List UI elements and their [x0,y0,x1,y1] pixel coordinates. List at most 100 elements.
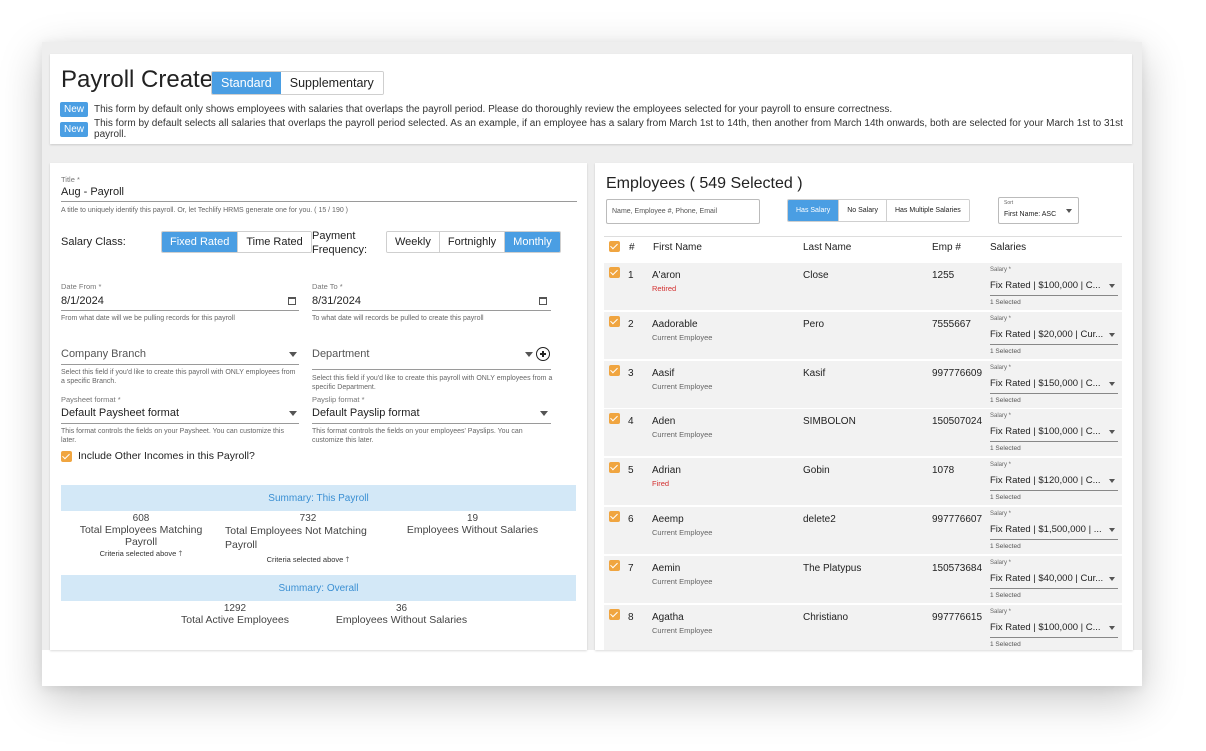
new-badge: New [60,102,89,117]
salary-select[interactable]: Fix Rated | $20,000 | Cur... [990,329,1110,340]
employee-status: Current Employee [652,625,713,635]
include-other-incomes-checkbox[interactable] [61,451,72,462]
row-number: 7 [628,562,634,574]
chevron-down-icon[interactable] [1109,332,1115,337]
table-row[interactable]: 7 Aemin Current Employee The Platypus 150573… [604,554,1122,603]
company-branch-select[interactable]: Company Branch [61,348,146,360]
page-title: Payroll Create [61,66,214,93]
row-number: 5 [628,465,634,477]
filter-no-salary[interactable]: No Salary [839,200,887,221]
frequency-weekly[interactable]: Weekly [387,232,440,252]
employee-status: Retired [652,284,677,293]
stat-value: 36 [395,603,408,614]
notice-text: This form by default only shows employee… [94,104,893,115]
chevron-down-icon[interactable] [1109,576,1115,581]
employee-status: Current Employee [652,528,713,537]
table-row[interactable]: 1 A'aron Retired Close 1255 Salary * Fix Rated… [604,262,1122,310]
tab-supplementary[interactable]: Supplementary [280,72,383,94]
row-checkbox[interactable] [609,608,620,620]
salary-select[interactable]: Fix Rated | $100,000 | C... [990,622,1110,633]
employee-search-input[interactable]: Name, Employee #, Phone, Email [606,199,760,224]
frequency-fortnightly[interactable]: Fortnighly [439,232,506,252]
salary-field-label: Salary * [990,559,1012,566]
salary-select[interactable]: Fix Rated | $1,500,000 | ... [990,524,1110,535]
first-name: Aasif [652,367,675,379]
chevron-down-icon[interactable] [1109,381,1115,386]
title-label: Title * [61,175,80,184]
payroll-form-card: Title * Aug - Payroll A title to uniquel… [50,163,587,650]
window-footer [42,650,1142,686]
chevron-down-icon[interactable] [1109,625,1115,630]
stat-label: Total Active Employees [181,614,289,626]
table-row[interactable]: 3 Aasif Current Employee Kasif 997776609 Sala… [604,359,1122,408]
date-to-input[interactable]: 8/31/2024 [312,295,361,307]
department-select[interactable]: Department [312,348,369,360]
row-checkbox[interactable] [609,462,620,474]
chevron-down-icon[interactable] [1109,479,1115,484]
salary-class-fixed-rated[interactable]: Fixed Rated [162,232,239,252]
salary-underline [990,587,1118,589]
payslip-format-select[interactable]: Default Payslip format [312,407,420,419]
sort-select[interactable]: Sort First Name: ASC [998,197,1079,224]
salary-field-label: Salary * [990,364,1012,371]
salary-underline [990,636,1118,638]
date-from-label: Date From * [61,282,102,291]
table-row[interactable]: 4 Aden Current Employee SIMBOLON 150507024 Sa… [604,408,1122,457]
salary-select[interactable]: Fix Rated | $150,000 | C... [990,378,1110,389]
column-header-last-name[interactable]: Last Name [803,242,851,253]
chevron-down-icon[interactable] [289,411,297,416]
row-checkbox[interactable] [609,511,620,522]
last-name: Close [803,270,829,281]
sort-value: First Name: ASC [1004,211,1057,218]
table-row[interactable]: 6 Aeemp Current Employee delete2 997776607 Sa… [604,506,1122,554]
table-row[interactable]: 5 Adrian Fired Gobin 1078 Salary * Fix Rated |… [604,457,1122,506]
chevron-down-icon[interactable] [1109,528,1115,532]
chevron-down-icon[interactable] [540,411,548,416]
stat-matching: 608 Total Employees Matching Payroll Cri… [63,513,219,561]
filter-multiple-salaries[interactable]: Has Multiple Salaries [886,200,969,221]
stat-without-salaries: 19 Employees Without Salaries [400,513,545,536]
frequency-monthly[interactable]: Monthly [505,232,560,252]
salary-class-time-rated[interactable]: Time Rated [238,232,311,252]
calendar-icon[interactable] [288,297,296,305]
payslip-label: Payslip format * [312,395,365,404]
salary-select[interactable]: Fix Rated | $100,000 | C... [990,280,1110,291]
row-checkbox[interactable] [609,364,620,376]
date-from-input[interactable]: 8/1/2024 [61,295,104,307]
row-checkbox[interactable] [609,413,620,425]
first-name: Aden [652,416,676,428]
payment-frequency-toggle: Weekly Fortnighly Monthly [386,231,561,253]
stat-value: 608 [132,513,150,524]
employee-number: 7555667 [932,318,971,330]
column-header-first-name[interactable]: First Name [653,242,702,253]
row-checkbox[interactable] [609,559,620,571]
chevron-down-icon[interactable] [525,352,533,357]
select-all-checkbox[interactable] [609,241,620,252]
salary-select[interactable]: Fix Rated | $40,000 | Cur... [990,573,1110,584]
arrow-up-icon: 🡑 [178,549,183,558]
first-name: Aadorable [652,318,698,330]
arrow-up-icon: 🡑 [345,555,350,564]
filter-has-salary[interactable]: Has Salary [788,200,840,221]
stat-value: 1292 [223,603,247,614]
salary-select[interactable]: Fix Rated | $100,000 | C... [990,426,1110,437]
row-checkbox[interactable] [609,267,620,278]
add-department-icon[interactable] [536,347,550,361]
paysheet-format-select[interactable]: Default Paysheet format [61,407,179,419]
chevron-down-icon[interactable] [1109,284,1115,288]
tab-standard[interactable]: Standard [212,72,281,94]
chevron-down-icon[interactable] [1109,430,1115,435]
salary-select[interactable]: Fix Rated | $120,000 | C... [990,475,1110,486]
title-help: A title to uniquely identify this payrol… [61,207,349,214]
chevron-down-icon [1066,209,1072,213]
branch-underline [61,364,299,365]
chevron-down-icon[interactable] [289,352,297,357]
summary-this-payroll-header: Summary: This Payroll [61,485,576,511]
title-input[interactable]: Aug - Payroll [61,186,124,198]
calendar-icon[interactable] [539,297,547,305]
table-row[interactable]: 8 Agatha Current Employee Christiano 9977766… [604,603,1122,650]
column-header-emp-number[interactable]: Emp # [932,242,961,253]
row-checkbox[interactable] [609,315,620,327]
table-row[interactable]: 2 Aadorable Current Employee Pero 7555667 Sal… [604,310,1122,359]
row-number: 6 [628,514,634,525]
